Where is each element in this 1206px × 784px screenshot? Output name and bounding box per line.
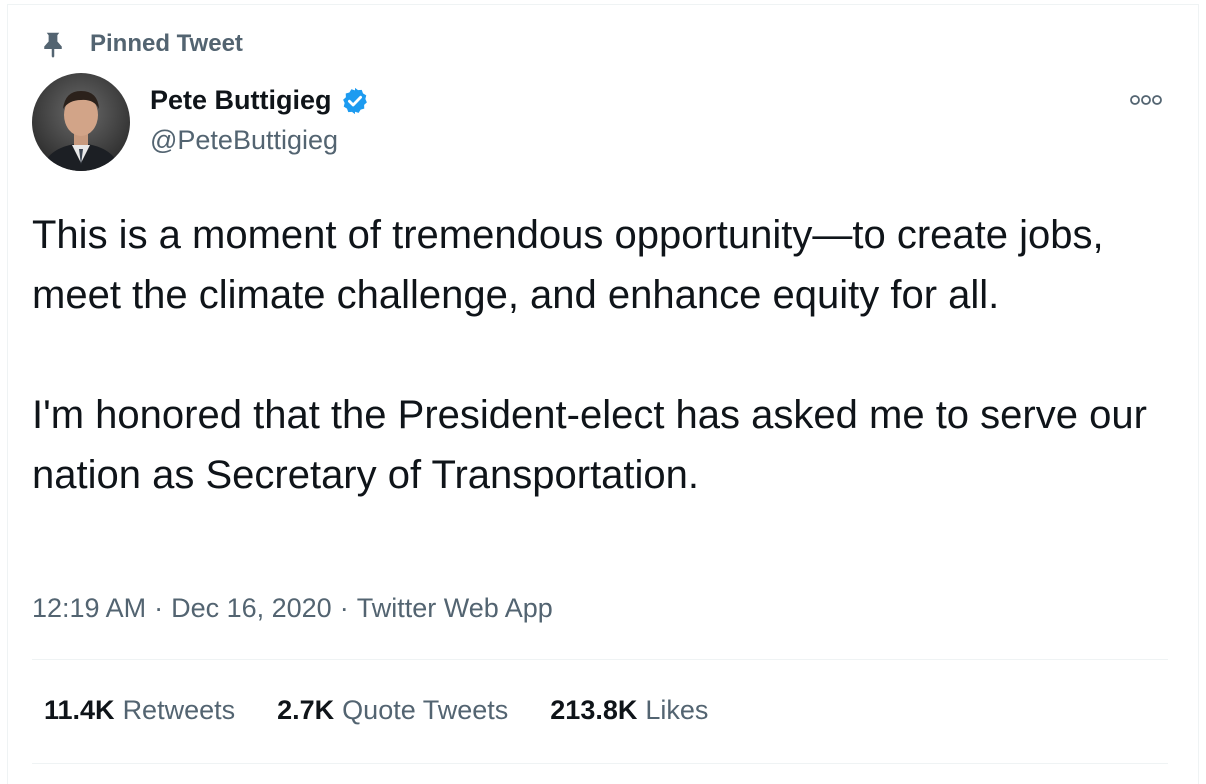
verified-badge-icon (340, 86, 370, 116)
more-options-icon[interactable] (1130, 93, 1162, 107)
pin-icon (38, 29, 68, 59)
tweet-text: This is a moment of tremendous opportuni… (32, 213, 1147, 497)
divider (32, 763, 1168, 764)
tweet-meta: 12:19 AM · Dec 16, 2020 · Twitter Web App (32, 593, 553, 624)
likes-stat[interactable]: 213.8K Likes (550, 695, 708, 726)
likes-label: Likes (645, 695, 709, 725)
tweet-card: Pinned Tweet Pete Buttigieg @PeteButtigi… (7, 4, 1199, 784)
meta-separator: · (154, 593, 164, 623)
author-handle[interactable]: @PeteButtigieg (150, 125, 338, 156)
tweet-time[interactable]: 12:19 AM (32, 593, 146, 624)
tweet-date[interactable]: Dec 16, 2020 (171, 593, 332, 624)
quote-tweets-stat[interactable]: 2.7K Quote Tweets (277, 695, 508, 726)
display-name[interactable]: Pete Buttigieg (150, 85, 332, 116)
engagement-stats: 11.4K Retweets 2.7K Quote Tweets 213.8K Lik… (44, 695, 750, 726)
meta-separator: · (339, 593, 349, 623)
divider (32, 659, 1168, 660)
retweets-label: Retweets (122, 695, 236, 725)
retweets-stat[interactable]: 11.4K Retweets (44, 695, 235, 726)
retweets-count: 11.4K (44, 695, 115, 725)
pinned-indicator: Pinned Tweet (38, 29, 243, 59)
avatar[interactable] (32, 73, 130, 171)
pinned-label: Pinned Tweet (90, 30, 243, 57)
tweet-source[interactable]: Twitter Web App (357, 593, 553, 624)
quote-tweets-count: 2.7K (277, 695, 335, 725)
quote-tweets-label: Quote Tweets (342, 695, 509, 725)
likes-count: 213.8K (550, 695, 638, 725)
author-name-row[interactable]: Pete Buttigieg (150, 85, 370, 116)
